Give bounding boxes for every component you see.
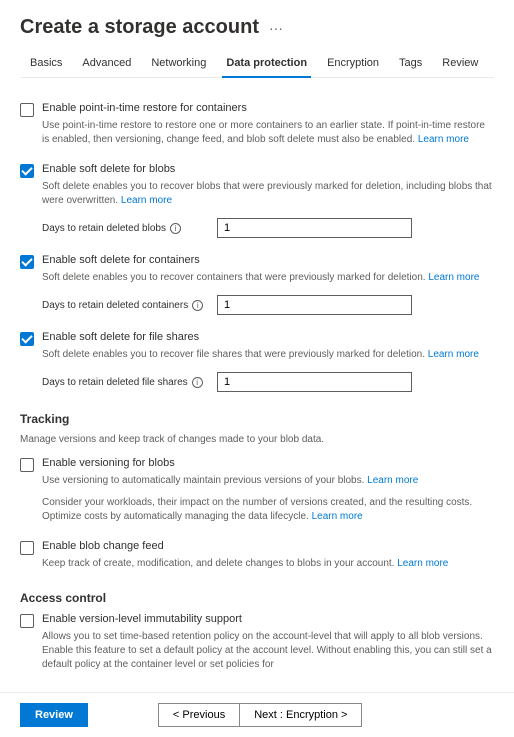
checkbox-container-soft-delete[interactable]: [20, 255, 34, 269]
label-fileshare-retain-days: Days to retain deleted file shares i: [42, 377, 217, 388]
more-icon[interactable]: ···: [269, 20, 283, 36]
desc-pitr: Use point-in-time restore to restore one…: [42, 119, 494, 147]
heading-tracking: Tracking: [20, 412, 494, 426]
previous-button[interactable]: < Previous: [158, 703, 239, 727]
input-container-retain-days[interactable]: [217, 295, 412, 315]
learn-more-change-feed[interactable]: Learn more: [397, 558, 448, 569]
label-blob-soft-delete: Enable soft delete for blobs: [42, 163, 175, 175]
learn-more-versioning[interactable]: Learn more: [367, 475, 418, 486]
tab-advanced[interactable]: Advanced: [72, 51, 141, 77]
info-icon[interactable]: i: [192, 377, 203, 388]
heading-access-control: Access control: [20, 591, 494, 605]
tab-tags[interactable]: Tags: [389, 51, 432, 77]
info-icon[interactable]: i: [170, 223, 181, 234]
tab-basics[interactable]: Basics: [20, 51, 72, 77]
learn-more-container-soft[interactable]: Learn more: [428, 272, 479, 283]
input-fileshare-retain-days[interactable]: [217, 372, 412, 392]
label-fileshare-soft-delete: Enable soft delete for file shares: [42, 331, 199, 343]
checkbox-pitr[interactable]: [20, 103, 34, 117]
desc-immutability: Allows you to set time-based retention p…: [42, 630, 494, 672]
tab-data-protection[interactable]: Data protection: [216, 51, 317, 77]
label-container-retain-days: Days to retain deleted containers i: [42, 300, 217, 311]
checkbox-fileshare-soft-delete[interactable]: [20, 332, 34, 346]
learn-more-fileshare-soft[interactable]: Learn more: [428, 349, 479, 360]
label-pitr: Enable point-in-time restore for contain…: [42, 102, 247, 114]
learn-more-versioning-note[interactable]: Learn more: [312, 511, 363, 522]
label-container-soft-delete: Enable soft delete for containers: [42, 254, 200, 266]
tab-encryption[interactable]: Encryption: [317, 51, 389, 77]
learn-more-pitr[interactable]: Learn more: [418, 134, 469, 145]
desc-versioning: Use versioning to automatically maintain…: [42, 474, 494, 488]
desc-blob-soft-delete: Soft delete enables you to recover blobs…: [42, 180, 494, 208]
label-change-feed: Enable blob change feed: [42, 540, 164, 552]
review-button[interactable]: Review: [20, 703, 88, 727]
tab-review[interactable]: Review: [432, 51, 488, 77]
checkbox-immutability[interactable]: [20, 614, 34, 628]
next-button[interactable]: Next : Encryption >: [239, 703, 362, 727]
desc-fileshare-soft-delete: Soft delete enables you to recover file …: [42, 348, 494, 362]
input-blob-retain-days[interactable]: [217, 218, 412, 238]
label-blob-retain-days: Days to retain deleted blobs i: [42, 223, 217, 234]
tab-bar: Basics Advanced Networking Data protecti…: [20, 51, 494, 78]
desc-container-soft-delete: Soft delete enables you to recover conta…: [42, 271, 494, 285]
tab-networking[interactable]: Networking: [141, 51, 216, 77]
checkbox-change-feed[interactable]: [20, 541, 34, 555]
note-versioning: Consider your workloads, their impact on…: [42, 496, 494, 524]
checkbox-blob-soft-delete[interactable]: [20, 164, 34, 178]
label-versioning: Enable versioning for blobs: [42, 457, 175, 469]
desc-change-feed: Keep track of create, modification, and …: [42, 557, 494, 571]
checkbox-versioning[interactable]: [20, 458, 34, 472]
label-immutability: Enable version-level immutability suppor…: [42, 613, 242, 625]
learn-more-blob-soft[interactable]: Learn more: [121, 195, 172, 206]
wizard-footer: Review < Previous Next : Encryption >: [0, 692, 514, 737]
sub-tracking: Manage versions and keep track of change…: [20, 434, 494, 445]
info-icon[interactable]: i: [192, 300, 203, 311]
page-title: Create a storage account: [20, 16, 259, 39]
